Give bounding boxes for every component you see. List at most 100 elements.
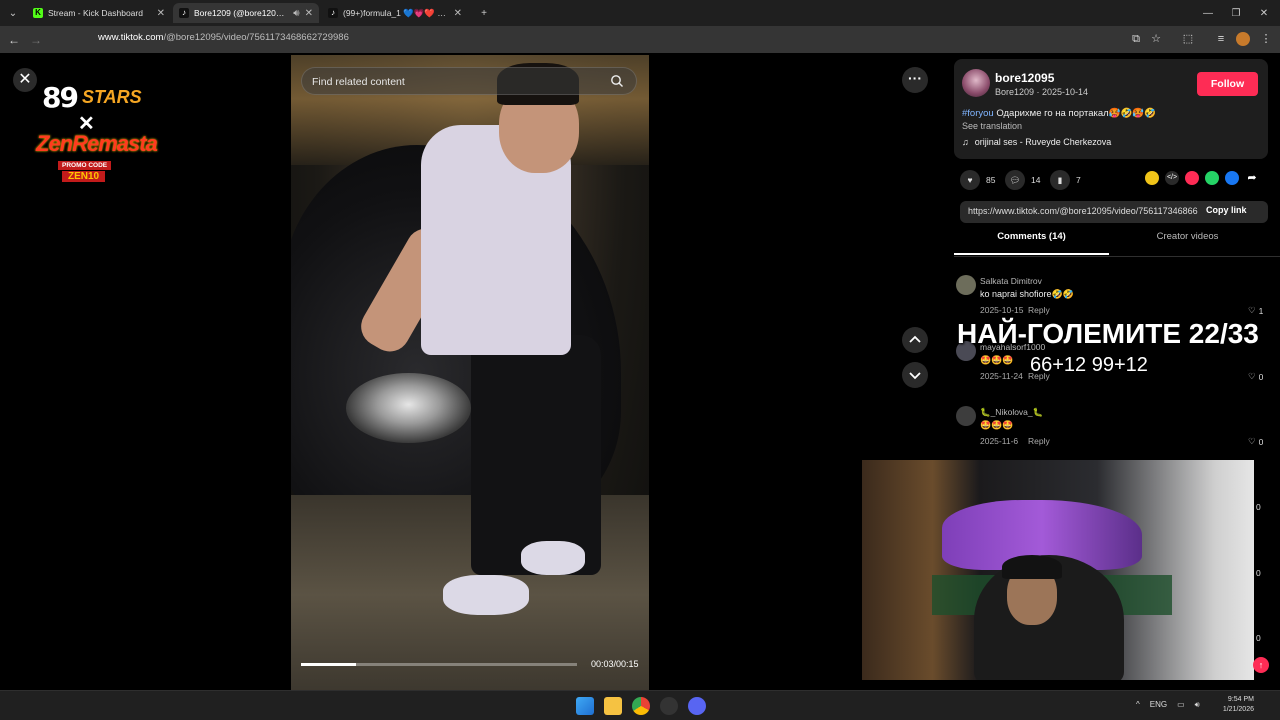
video-player[interactable]: 00:03/00:15 xyxy=(291,55,649,690)
tab-divider xyxy=(954,256,1280,257)
bookmark-icon[interactable]: ▮ xyxy=(1050,170,1070,190)
comment-like[interactable]: ♡ 0 xyxy=(1248,436,1263,447)
video-caption: #foryou Одарихме го на портакал🥵🤣🥵🤣 xyxy=(962,108,1156,119)
video-timecode: 00:03/00:15 xyxy=(591,659,639,669)
send-icon[interactable] xyxy=(1185,171,1199,185)
tab-tiktok-bore1209[interactable]: ♪ Bore1209 (@bore12095) | TikTok 🔊︎ ✕ xyxy=(173,3,319,23)
app-icon[interactable] xyxy=(660,697,678,715)
reply-button[interactable]: Reply xyxy=(1028,436,1050,446)
speaker-icon[interactable]: 🔊︎ xyxy=(293,8,299,19)
comment-date: 2025-11-6 xyxy=(980,436,1019,446)
more-options-button[interactable]: ··· xyxy=(902,67,928,93)
avatar[interactable] xyxy=(962,69,990,97)
search-input[interactable] xyxy=(312,74,602,90)
whatsapp-icon[interactable] xyxy=(1205,171,1219,185)
see-translation-link[interactable]: See translation xyxy=(962,121,1022,131)
streamer-webcam xyxy=(862,460,1254,680)
like-count: 85 xyxy=(986,175,996,185)
heart-icon[interactable]: ♥ xyxy=(960,170,980,190)
volume-icon[interactable]: 🔊︎ xyxy=(1195,700,1200,710)
coin-icon[interactable] xyxy=(1145,171,1159,185)
taskbar-clock[interactable]: 9:54 PM 1/21/2026 xyxy=(1218,695,1254,715)
close-window-button[interactable]: ✕ xyxy=(1250,0,1278,26)
forward-icon[interactable]: → xyxy=(27,31,45,49)
url-field[interactable]: www.tiktok.com/@bore12095/video/75611734… xyxy=(98,32,349,43)
tab-label: Bore1209 (@bore12095) | TikTok xyxy=(194,8,289,18)
comment-user[interactable]: 🐛_Nikolova_🐛 xyxy=(980,407,1043,418)
facebook-icon[interactable] xyxy=(1225,171,1239,185)
minimize-button[interactable]: — xyxy=(1194,0,1222,26)
heart-outline-icon: ♡ xyxy=(1248,436,1256,446)
stream-overlay-title: НАЙ-ГОЛЕМИТЕ 22/33 xyxy=(957,318,1259,349)
media-control-icon[interactable]: ≡ xyxy=(1214,32,1228,46)
close-tab-icon[interactable]: ✕ xyxy=(305,8,313,19)
comment-like[interactable]: ♡ 1 xyxy=(1248,305,1263,316)
bookmark-star-icon[interactable]: ☆ xyxy=(1149,32,1163,46)
tab-label: Stream - Kick Dashboard xyxy=(48,8,143,18)
scroll-to-top-button[interactable]: ↑ xyxy=(1253,657,1269,673)
windows-start-icon[interactable] xyxy=(576,697,594,715)
discord-icon[interactable] xyxy=(688,697,706,715)
chevron-up-icon[interactable]: ^ xyxy=(1136,700,1140,710)
next-video-button[interactable] xyxy=(902,362,928,388)
comment-text: ko naprai shofiore🤣🤣 xyxy=(980,289,1074,299)
network-icon[interactable]: ▭ xyxy=(1177,700,1185,710)
tab-search-icon[interactable]: ⌄ xyxy=(2,0,24,26)
previous-video-button[interactable] xyxy=(902,327,928,353)
video-progress-bar[interactable] xyxy=(301,663,577,666)
comment-stat[interactable]: 💬︎ 14 xyxy=(1005,170,1040,190)
author-username[interactable]: bore12095 xyxy=(995,71,1054,85)
comment-like[interactable]: ♡ 0 xyxy=(1248,371,1263,382)
follow-button[interactable]: Follow xyxy=(1197,72,1258,96)
comment-icon[interactable]: 💬︎ xyxy=(1005,170,1025,190)
save-stat[interactable]: ▮ 7 xyxy=(1050,170,1081,190)
language-indicator[interactable]: ENG xyxy=(1150,700,1167,710)
avatar[interactable] xyxy=(956,406,976,426)
new-tab-button[interactable]: + xyxy=(470,0,498,26)
stream-overlay-score: 66+12 99+12 xyxy=(1030,354,1148,376)
search-icon[interactable] xyxy=(610,74,624,88)
chrome-icon[interactable] xyxy=(632,697,650,715)
comment-like-count: 0 xyxy=(1256,568,1261,578)
author-subline: Bore1209 · 2025-10-14 xyxy=(995,87,1089,97)
file-explorer-icon[interactable] xyxy=(604,697,622,715)
music-link[interactable]: ♫ orijinal ses - Ruveyde Cherkezova xyxy=(962,137,1111,147)
close-tab-icon[interactable]: ✕ xyxy=(454,8,462,19)
heart-outline-icon: ♡ xyxy=(1248,305,1256,315)
comment-user[interactable]: Salkata Dimitrov xyxy=(980,276,1042,286)
menu-kebab-icon[interactable]: ⋮ xyxy=(1259,32,1273,46)
video-person-shoe xyxy=(521,541,585,575)
cast-icon[interactable]: ⧉ xyxy=(1129,32,1143,46)
hashtag-link[interactable]: #foryou xyxy=(962,108,994,119)
tab-comments[interactable]: Comments (14) xyxy=(954,231,1109,255)
profile-avatar-icon[interactable] xyxy=(1236,32,1250,46)
tiktok-video-page: ✕ 00:03/00:15 ··· xyxy=(0,53,1280,690)
back-icon[interactable]: ← xyxy=(5,31,23,49)
music-note-icon: ♫ xyxy=(962,137,969,147)
tab-creator-videos[interactable]: Creator videos xyxy=(1110,231,1265,255)
comment-item: 🐛_Nikolova_🐛 🤩🤩🤩 2025-11-6 Reply ♡ 0 xyxy=(954,406,1280,466)
extensions-icon[interactable]: ⬚ xyxy=(1181,32,1195,46)
reply-button[interactable]: Reply xyxy=(1028,305,1050,315)
comment-like-count: 0 xyxy=(1258,436,1264,447)
related-search-box[interactable] xyxy=(301,67,637,95)
url-domain: www.tiktok.com xyxy=(98,32,164,43)
logo-89: 89 xyxy=(42,81,79,114)
video-person-shoe xyxy=(443,575,529,615)
video-person-pants xyxy=(471,335,601,575)
embed-icon[interactable]: </> xyxy=(1165,171,1179,185)
tab-formula1[interactable]: ♪ (99+)formula_1 💙💗❤️ (@re ✕ xyxy=(322,3,468,23)
avatar[interactable] xyxy=(956,275,976,295)
heart-outline-icon: ♡ xyxy=(1248,371,1256,381)
save-count: 7 xyxy=(1076,175,1081,185)
copy-link-button[interactable]: Copy link xyxy=(1206,205,1247,215)
video-link-text[interactable]: https://www.tiktok.com/@bore12095/video/… xyxy=(968,206,1198,216)
maximize-button[interactable]: ❐ xyxy=(1222,0,1250,26)
share-arrow-icon[interactable]: ➦ xyxy=(1245,171,1259,185)
close-tab-icon[interactable]: ✕ xyxy=(157,8,165,19)
author-card: bore12095 Bore1209 · 2025-10-14 Follow #… xyxy=(954,59,1268,159)
browser-tab-bar: ⌄ K Stream - Kick Dashboard ✕ ♪ Bore1209… xyxy=(0,0,1280,26)
like-stat[interactable]: ♥ 85 xyxy=(960,170,995,190)
tab-kick-dashboard[interactable]: K Stream - Kick Dashboard ✕ xyxy=(27,3,171,23)
comment-like-count: 0 xyxy=(1258,371,1264,382)
